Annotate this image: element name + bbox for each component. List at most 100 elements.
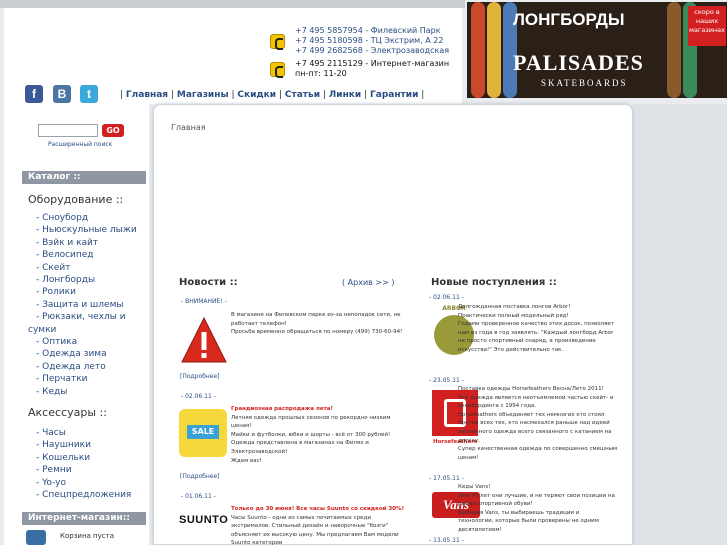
arrival-line: Уже 45 лет они лучшие, и не теряют свои …	[458, 492, 615, 499]
nav-shops[interactable]: Магазины	[177, 90, 229, 100]
right-background	[633, 104, 727, 545]
arrival-date: - 02.06.11 -	[429, 294, 464, 301]
arrival-line: Практически полный модельный ряд!	[458, 312, 569, 319]
equipment-list: - Сноуборд - Ньюскульные лыжи - Вэйк и к…	[28, 212, 150, 398]
nav-home[interactable]: Главная	[126, 90, 168, 100]
breadcrumb[interactable]: Главная	[171, 123, 206, 132]
twitter-icon[interactable]: t	[80, 85, 98, 103]
catalog-item[interactable]: - Вэйк и кайт	[28, 237, 150, 249]
catalog-item-continued[interactable]: сумки	[28, 324, 150, 336]
advanced-search-link[interactable]: Расширенный поиск	[48, 141, 112, 148]
banner-title: ЛОНГБОРДЫ	[513, 10, 625, 29]
catalog-item[interactable]: - Одежда зима	[28, 348, 150, 360]
arrival-line: против всех тех, кто насмехался раньше н…	[458, 420, 610, 427]
nav-separator: |	[170, 90, 175, 100]
arrival-date: - 23.05.11 -	[429, 377, 464, 384]
search-button[interactable]: GO	[102, 124, 124, 137]
catalog-item[interactable]: - Лонгборды	[28, 274, 150, 286]
catalog-item[interactable]: - Скейт	[28, 262, 150, 274]
news-headline: Только до 30 июня! Все часы Suunto со ск…	[231, 506, 405, 512]
cart-icon[interactable]	[26, 530, 46, 545]
news-date: - 01.06.11 -	[181, 493, 216, 500]
nav-separator: |	[364, 90, 368, 100]
news-line: объясняет их высокую цену. Мы предлагаем…	[231, 531, 399, 545]
phone-line[interactable]: +7 495 5857954 - Филевский Парк	[295, 26, 449, 36]
catalog-item[interactable]: - Ролики	[28, 286, 150, 298]
nav-separator: |	[322, 90, 326, 100]
catalog-item[interactable]: - Yo-yo	[36, 477, 150, 489]
news-line: Электрозаводской!	[231, 448, 288, 455]
catalog-item[interactable]: - Часы	[36, 427, 150, 439]
vkontakte-icon[interactable]: В	[53, 85, 71, 103]
nav-discounts[interactable]: Скидки	[237, 90, 276, 100]
news-date: - 02.06.11 -	[181, 393, 216, 400]
news-line: Часы Suunto - одни из самых почитаемых с…	[231, 514, 371, 521]
arrival-text: Кеды Vans! Уже 45 лет они лучшие, и не т…	[458, 483, 633, 535]
news-archive-link[interactable]: ( Архив >> )	[342, 278, 394, 287]
news-text: В магазине на Филевском парке из-за непо…	[231, 311, 411, 337]
arrival-line: Годами проверенное качество этих досок, …	[458, 321, 614, 328]
arrival-line: Horsefeathers объединяет тех немногих кт…	[458, 411, 605, 418]
catalog-item[interactable]: - Ремни	[36, 464, 150, 476]
catalog-item[interactable]: - Защита и шлемы	[28, 299, 150, 311]
hours-line: пн-пт: 11-20	[295, 69, 347, 78]
arrival-line: технологии, которые были проверены не од…	[458, 518, 599, 533]
nav-warranty[interactable]: Гарантии	[370, 90, 418, 100]
catalog-item[interactable]: - Оптика	[28, 336, 150, 348]
news-line: Ждем вас!	[231, 457, 262, 464]
news-headline: Грандиозная распродажа лета!	[231, 406, 334, 412]
catalog-item[interactable]: - Рюкзаки, чехлы и	[28, 311, 150, 323]
nav-separator: |	[120, 90, 124, 100]
arrival-line: Эта одежда является неотъемлемой частью …	[458, 394, 614, 401]
news-title: Новости ::	[179, 277, 238, 288]
arrival-date: - 13.05.11 -	[429, 537, 464, 544]
catalog-item[interactable]: - Велосипед	[28, 249, 150, 261]
phone-line[interactable]: +7 495 5180598 - ТЦ Экстрим, А 22	[295, 36, 449, 46]
search-input[interactable]	[38, 124, 98, 137]
news-text: Грандиозная распродажа лета! Летняя одеж…	[231, 405, 411, 465]
catalog-item[interactable]: - Спецпредложения	[36, 489, 150, 501]
nav-separator: |	[231, 90, 235, 100]
catalog-header: Каталог ::	[22, 171, 146, 184]
catalog-item[interactable]: - Наушники	[36, 439, 150, 451]
catalog-item[interactable]: - Сноуборд	[28, 212, 150, 224]
arrival-text: Долгожданная поставка лонгов Arbor! Прак…	[458, 303, 633, 355]
longboard-banner[interactable]: ЛОНГБОРДЫ скоро в наших магазинах PALISA…	[467, 2, 727, 98]
accessories-title: Аксессуары ::	[28, 406, 107, 419]
news-line: работает телефон!	[231, 320, 287, 327]
news-line: Майки и футболки, юбки и шорты - всё от …	[231, 431, 391, 438]
arrival-line: неоконного одежда всего связанного с кат…	[458, 428, 612, 435]
banner-brand: PALISADES	[513, 50, 644, 75]
board-graphic	[487, 2, 501, 98]
arrival-line: нам из года в год заявлять: "Каждый лонг…	[458, 329, 614, 336]
suunto-logo: SUUNTO	[179, 514, 229, 526]
catalog-item[interactable]: - Одежда лето	[28, 361, 150, 373]
catalog-item[interactable]: - Кошельки	[36, 452, 150, 464]
arrival-line: Супер качественная одежда по совершенно …	[458, 446, 618, 453]
phone-line[interactable]: +7 495 2115129 - Интернет-магазин	[295, 59, 449, 69]
news-more-link[interactable]: [Подробнее]	[180, 473, 220, 480]
arrival-line: Выбирая Vans, ты выбираешь традиции и	[458, 509, 580, 516]
equipment-title: Оборудование ::	[28, 193, 124, 206]
catalog-item[interactable]: - Ньюскульные лыжи	[28, 224, 150, 236]
arrival-line: досках.	[458, 437, 480, 444]
catalog-item[interactable]: - Перчатки	[28, 373, 150, 385]
accessories-list: - Часы - Наушники - Кошельки - Ремни - Y…	[36, 427, 150, 501]
phone-icon	[270, 34, 285, 50]
nav-links[interactable]: Линки	[329, 90, 361, 100]
news-line: Просьба временно обращаться по номеру (4…	[231, 329, 403, 336]
banner-badge: скоро в наших магазинах	[688, 6, 726, 46]
nav-articles[interactable]: Статьи	[285, 90, 320, 100]
nav-separator: |	[421, 90, 425, 100]
top-strip	[0, 0, 465, 8]
phone-line[interactable]: +7 499 2682568 - Электрозаводская	[295, 46, 449, 56]
catalog-item[interactable]: - Кеды	[28, 386, 150, 398]
news-more-link[interactable]: [Подробнее]	[180, 373, 220, 380]
facebook-icon[interactable]: f	[25, 85, 43, 103]
news-line: экстрималов. Стильный дизайн и наворочны…	[231, 523, 389, 530]
arrival-line: Кеды Vans!	[458, 484, 491, 490]
arrival-line: искусства!" Это действительно так.	[458, 346, 564, 353]
arrival-line: Долгожданная поставка лонгов Arbor!	[458, 304, 571, 310]
warning-icon	[181, 316, 227, 363]
banner-brand-sub: SKATEBOARDS	[541, 78, 628, 88]
